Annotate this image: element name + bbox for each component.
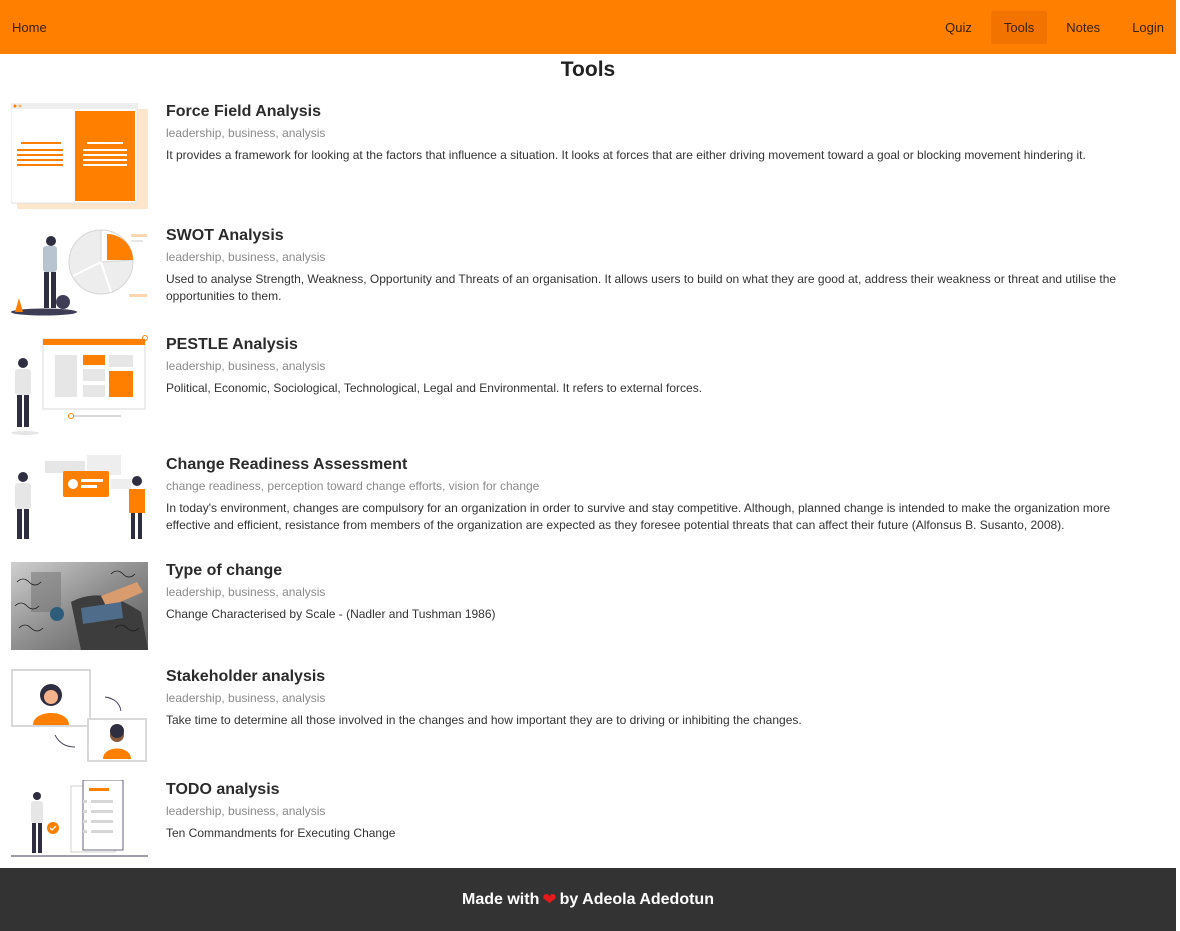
tool-title[interactable]: Change Readiness Assessment (166, 455, 1156, 475)
tool-content: TODO analysis leadership, business, anal… (166, 780, 1156, 842)
tool-content: PESTLE Analysis leadership, business, an… (166, 335, 1156, 397)
change-readiness-illustration[interactable] (11, 455, 148, 548)
page-title: Tools (560, 58, 616, 81)
tool-description: Take time to determine all those involve… (166, 713, 802, 727)
nav-quiz-link[interactable]: Quiz (932, 11, 985, 44)
tool-title[interactable]: Stakeholder analysis (166, 667, 1156, 687)
tool-title[interactable]: PESTLE Analysis (166, 335, 1156, 355)
tool-description: In today's environment, changes are comp… (166, 501, 1111, 532)
nav-home-link[interactable]: Home (12, 20, 47, 35)
swot-illustration[interactable] (11, 226, 148, 323)
type-of-change-photo[interactable] (11, 562, 148, 655)
tool-title[interactable]: Type of change (166, 561, 1156, 581)
tool-content: Type of change leadership, business, ana… (166, 561, 1156, 623)
footer: Made with ❤ by Adeola Adedotun (0, 868, 1176, 931)
nav-login-link[interactable]: Login (1119, 11, 1176, 44)
footer-prefix: Made with (462, 890, 540, 908)
tool-content: SWOT Analysis leadership, business, anal… (166, 226, 1156, 305)
tool-title[interactable]: TODO analysis (166, 780, 1156, 800)
footer-author: by Adeola Adedotun (559, 890, 714, 908)
tool-tags: leadership, business, analysis (166, 691, 326, 705)
tool-title[interactable]: SWOT Analysis (166, 226, 1156, 246)
tool-tags: leadership, business, analysis (166, 359, 326, 373)
tool-description: Change Characterised by Scale - (Nadler … (166, 607, 496, 621)
nav-tools-link[interactable]: Tools (990, 10, 1048, 44)
tool-description: Political, Economic, Sociological, Techn… (166, 381, 703, 395)
tool-title[interactable]: Force Field Analysis (166, 102, 1156, 122)
tool-content: Stakeholder analysis leadership, busines… (166, 667, 1156, 729)
pestle-illustration[interactable] (11, 335, 148, 442)
tool-tags: leadership, business, analysis (166, 126, 326, 140)
tool-description: Used to analyse Strength, Weakness, Oppo… (166, 272, 1117, 303)
todo-illustration[interactable] (11, 779, 148, 863)
heart-icon: ❤ (542, 889, 557, 909)
tool-content: Force Field Analysis leadership, busines… (166, 102, 1156, 164)
tool-content: Change Readiness Assessment change readi… (166, 455, 1156, 534)
stakeholder-illustration[interactable] (11, 669, 148, 768)
nav-links: Quiz Tools Notes Login (926, 0, 1176, 54)
tool-description: Ten Commandments for Executing Change (166, 826, 396, 840)
nav-notes-link[interactable]: Notes (1053, 11, 1113, 44)
tool-tags: leadership, business, analysis (166, 585, 326, 599)
tool-tags: change readiness, perception toward chan… (166, 479, 540, 493)
tool-tags: leadership, business, analysis (166, 250, 326, 264)
top-navbar: Home Quiz Tools Notes Login (0, 0, 1176, 54)
tool-description: It provides a framework for looking at t… (166, 148, 1086, 162)
force-field-illustration[interactable] (10, 102, 148, 214)
tool-tags: leadership, business, analysis (166, 804, 326, 818)
